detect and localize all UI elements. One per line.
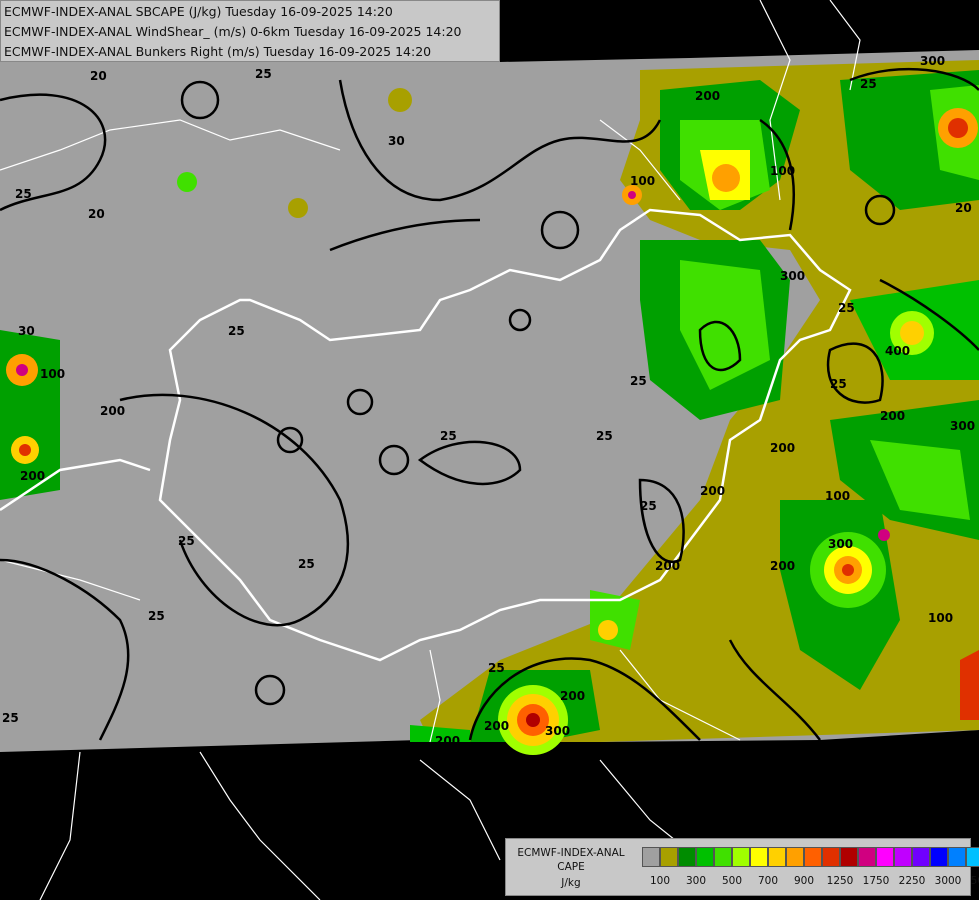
legend-swatch — [660, 847, 678, 867]
contour-label: 25 — [255, 67, 272, 81]
legend-tick-label: 500 — [721, 875, 743, 887]
contour-label: 25 — [488, 661, 505, 675]
contour-label: 100 — [928, 611, 953, 625]
legend-swatch — [858, 847, 876, 867]
legend-swatch — [714, 847, 732, 867]
legend-tick-label: 100 — [649, 875, 671, 887]
contour-label: 200 — [700, 484, 725, 498]
legend-swatch — [840, 847, 858, 867]
contour-label: 20 — [88, 207, 105, 221]
contour-label: 200 — [770, 559, 795, 573]
legend-tick-label: 700 — [757, 875, 779, 887]
legend-swatch — [966, 847, 979, 867]
contour-label: 25 — [830, 377, 847, 391]
header-line-bunkers: ECMWF-INDEX-ANAL Bunkers Right (m/s) Tue… — [4, 44, 432, 59]
contour-label: 200 — [770, 441, 795, 455]
legend-tick-label: 3000 — [934, 875, 962, 887]
contour-label: 300 — [950, 419, 975, 433]
legend-tick-label: 1750 — [862, 875, 890, 887]
legend-swatch — [696, 847, 714, 867]
legend-swatch — [912, 847, 930, 867]
legend-swatch — [678, 847, 696, 867]
legend-tick-label: 5000 — [970, 875, 979, 887]
legend-swatch — [750, 847, 768, 867]
contour-label: 25 — [596, 429, 613, 443]
legend-swatch — [948, 847, 966, 867]
legend-swatch — [786, 847, 804, 867]
contour-label: 200 — [435, 734, 460, 748]
contour-label: 25 — [298, 557, 315, 571]
header-line-windshear: ECMWF-INDEX-ANAL WindShear_ (m/s) 0-6km … — [4, 24, 462, 39]
contour-label: 200 — [880, 409, 905, 423]
contour-label: 20 — [90, 69, 107, 83]
legend-swatch — [642, 847, 660, 867]
legend-color-scale — [642, 847, 979, 867]
contour-label: 200 — [20, 469, 45, 483]
contour-label: 200 — [695, 89, 720, 103]
contour-label: 30 — [388, 134, 405, 148]
contour-label: 20 — [955, 201, 972, 215]
legend-swatch — [822, 847, 840, 867]
header-line-cape: ECMWF-INDEX-ANAL SBCAPE (J/kg) Tuesday 1… — [4, 4, 393, 19]
contour-label: 30 — [18, 324, 35, 338]
contour-label: 25 — [640, 499, 657, 513]
contour-label: 200 — [484, 719, 509, 733]
contour-label: 25 — [228, 324, 245, 338]
contour-label: 100 — [630, 174, 655, 188]
legend-swatch — [732, 847, 750, 867]
legend-tick-label: 300 — [685, 875, 707, 887]
legend-swatch — [930, 847, 948, 867]
contour-label: 25 — [860, 77, 877, 91]
legend-tick-label: 1250 — [826, 875, 854, 887]
legend-swatch — [894, 847, 912, 867]
cape-map: 20 25 30 20 25 30 25 25 25 25 25 25 25 2… — [0, 0, 979, 900]
contour-label: 100 — [40, 367, 65, 381]
contour-label: 300 — [545, 724, 570, 738]
contour-label: 25 — [838, 301, 855, 315]
contour-label: 300 — [920, 54, 945, 68]
contour-label: 100 — [770, 164, 795, 178]
legend-tick-label: 900 — [793, 875, 815, 887]
legend-swatch — [876, 847, 894, 867]
legend-tick-label: 2250 — [898, 875, 926, 887]
contour-label: 25 — [178, 534, 195, 548]
contour-label: 25 — [2, 711, 19, 725]
legend-swatch — [768, 847, 786, 867]
contour-label: 25 — [440, 429, 457, 443]
legend-swatch — [804, 847, 822, 867]
contour-label: 300 — [828, 537, 853, 551]
contour-label: 25 — [15, 187, 32, 201]
contour-label: 25 — [630, 374, 647, 388]
map-header: ECMWF-INDEX-ANAL SBCAPE (J/kg) Tuesday 1… — [0, 0, 500, 62]
contour-label: 200 — [100, 404, 125, 418]
contour-label: 100 — [825, 489, 850, 503]
legend-title-units: J/kg — [561, 877, 581, 889]
legend-title-source: ECMWF-INDEX-ANAL — [517, 847, 625, 859]
contour-label: 400 — [885, 344, 910, 358]
contour-label: 200 — [655, 559, 680, 573]
contour-label: 300 — [780, 269, 805, 283]
contour-label: 200 — [560, 689, 585, 703]
cape-legend: ECMWF-INDEX-ANAL CAPE J/kg 100 300 500 700 9… — [505, 838, 979, 896]
contour-label: 25 — [148, 609, 165, 623]
legend-title-variable: CAPE — [557, 861, 585, 873]
